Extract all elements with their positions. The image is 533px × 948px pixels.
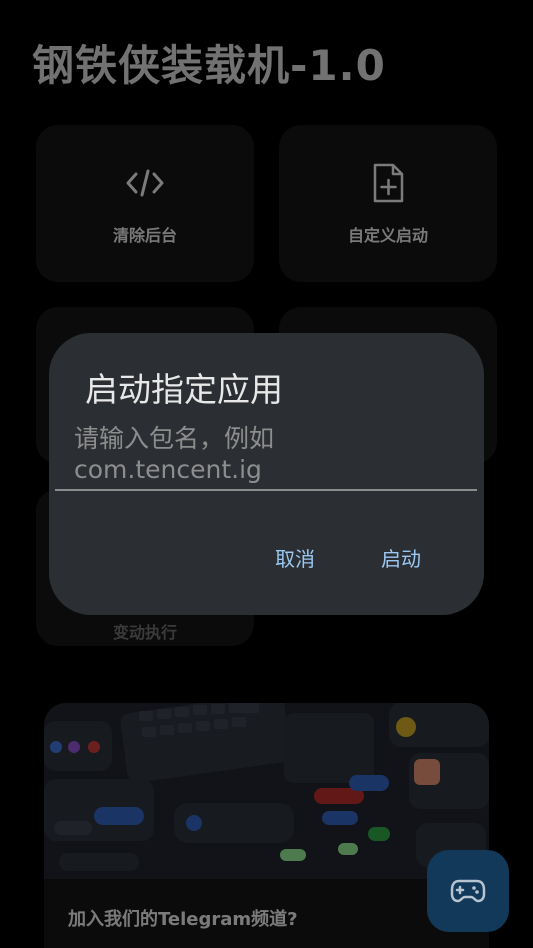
launch-button[interactable]: 启动 <box>381 543 421 572</box>
game-fab[interactable] <box>427 850 509 932</box>
input-placeholder: 请输入包名，例如 com.tencent.ig <box>74 423 274 485</box>
package-name-input[interactable]: 请输入包名，例如 com.tencent.ig <box>55 423 477 491</box>
placeholder-line: 请输入包名，例如 <box>74 424 275 453</box>
dialog-title: 启动指定应用 <box>85 370 283 409</box>
gamepad-icon <box>450 879 486 903</box>
placeholder-line: com.tencent.ig <box>74 455 262 484</box>
cancel-button[interactable]: 取消 <box>275 543 315 572</box>
launch-app-dialog: 启动指定应用 请输入包名，例如 com.tencent.ig 取消 启动 <box>49 333 484 615</box>
